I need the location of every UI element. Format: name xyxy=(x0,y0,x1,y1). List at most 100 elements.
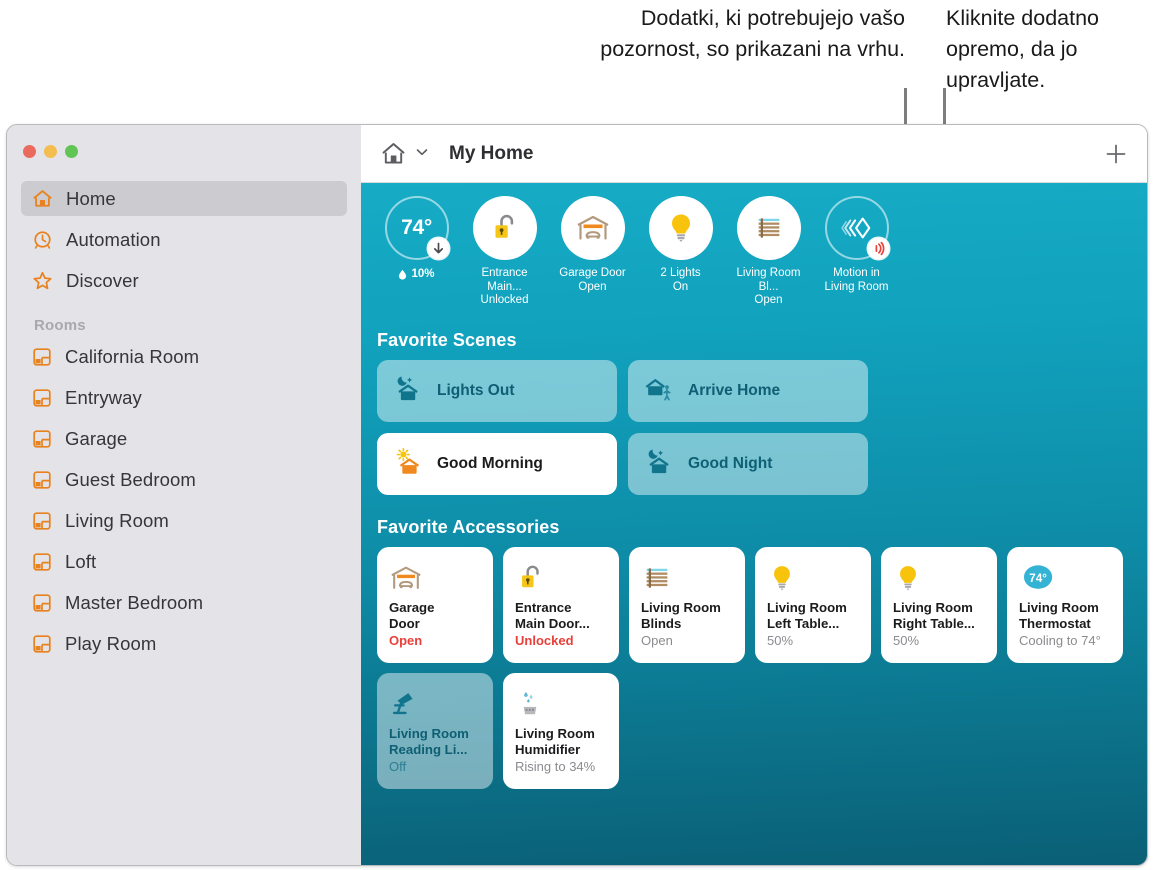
house-icon[interactable] xyxy=(381,141,406,166)
unlocked-padlock-icon xyxy=(495,214,513,238)
sidebar-item-play-room[interactable]: Play Room xyxy=(21,626,347,661)
garage-puck[interactable] xyxy=(560,196,625,260)
zoom-button[interactable] xyxy=(65,145,78,158)
thermostat-puck[interactable]: 74° xyxy=(384,196,449,260)
minimize-button[interactable] xyxy=(44,145,57,158)
accessory-state: Rising to 34% xyxy=(515,758,596,774)
accessory-living-room-reading-light[interactable]: Living Room Reading Li... Off xyxy=(377,672,493,789)
sidebar-item-automation[interactable]: Automation xyxy=(21,222,347,257)
accessory-name: Entrance Main Door... xyxy=(515,599,590,631)
scene-good-morning[interactable]: Good Morning xyxy=(377,432,617,495)
sidebar-item-label: Living Room xyxy=(65,509,169,531)
motion-alert-icon xyxy=(867,238,889,259)
sidebar-item-guest-bedroom[interactable]: Guest Bedroom xyxy=(21,462,347,497)
sidebar-item-home[interactable]: Home xyxy=(21,181,347,216)
lock-puck[interactable] xyxy=(472,196,537,260)
accessory-state: 50% xyxy=(893,632,920,648)
light-puck[interactable] xyxy=(648,196,713,260)
droplet-icon xyxy=(399,269,407,280)
accessory-entrance-main-door[interactable]: Entrance Main Door... Unlocked xyxy=(503,546,619,663)
scene-lights-out[interactable]: Lights Out xyxy=(377,359,617,422)
accessory-state: Open xyxy=(641,632,673,648)
status-item-garage[interactable]: Garage Door Open xyxy=(553,196,632,294)
sidebar-item-label: Automation xyxy=(66,228,161,250)
sidebar-item-living-room[interactable]: Living Room xyxy=(21,503,347,538)
scene-good-night[interactable]: Good Night xyxy=(628,432,868,495)
room-icon xyxy=(32,634,52,654)
sidebar-item-label: Garage xyxy=(65,427,128,449)
garage-door-icon xyxy=(389,558,483,598)
scene-arrive-home[interactable]: Arrive Home xyxy=(628,359,868,422)
section-title-scenes: Favorite Scenes xyxy=(377,329,517,350)
callout-text-left: Dodatki, ki potrebujejo vašo pozornost, … xyxy=(600,6,905,61)
accessory-living-room-left-table-lamp[interactable]: Living Room Left Table... 50% xyxy=(755,546,871,663)
sidebar-item-label: Discover xyxy=(66,269,139,291)
accessory-living-room-humidifier[interactable]: Living Room Humidifier Rising to 34% xyxy=(503,672,619,789)
svg-text:74°: 74° xyxy=(1029,571,1047,584)
sidebar-item-master-bedroom[interactable]: Master Bedroom xyxy=(21,585,347,620)
status-item-label: Garage Door Open xyxy=(559,267,626,293)
sidebar-item-label: Home xyxy=(66,187,116,209)
star-icon xyxy=(32,270,53,291)
chevron-down-icon[interactable] xyxy=(415,145,429,164)
sidebar-item-label: Master Bedroom xyxy=(65,591,204,613)
room-icon xyxy=(32,429,52,449)
accessory-name: Garage Door xyxy=(389,599,435,631)
unlocked-padlock-icon xyxy=(515,558,609,598)
sidebar-item-label: Guest Bedroom xyxy=(65,468,196,490)
desk-lamp-icon xyxy=(389,684,483,724)
sidebar-item-label: Play Room xyxy=(65,632,157,654)
humidifier-icon xyxy=(515,684,609,724)
home-app-window: Home Automation Discover Rooms Californi… xyxy=(6,124,1148,866)
status-item-blinds[interactable]: Living Room Bl... Open xyxy=(729,196,808,308)
sidebar-item-california-room[interactable]: California Room xyxy=(21,339,347,374)
status-item-lights[interactable]: 2 Lights On xyxy=(641,196,720,294)
sidebar-item-garage[interactable]: Garage xyxy=(21,421,347,456)
sidebar-item-discover[interactable]: Discover xyxy=(21,263,347,298)
humidity-value: 10% xyxy=(411,268,435,280)
accessories-grid: Garage Door Open Entrance Main Door... U… xyxy=(377,546,1147,789)
status-item-lock[interactable]: Entrance Main... Unlocked xyxy=(465,196,544,308)
accessory-garage-door[interactable]: Garage Door Open xyxy=(377,546,493,663)
thermostat-temp: 74° xyxy=(401,216,432,239)
main-pane: My Home 74° 10% Entrance Main... Unlocke… xyxy=(361,125,1147,865)
status-item-motion[interactable]: Motion in Living Room xyxy=(817,196,896,294)
room-icon xyxy=(32,347,52,367)
plus-icon[interactable] xyxy=(1103,141,1129,167)
accessory-name: Living Room Left Table... xyxy=(767,599,847,631)
scene-label: Lights Out xyxy=(437,381,515,399)
arrow-down-icon xyxy=(427,238,449,259)
sidebar-item-loft[interactable]: Loft xyxy=(21,544,347,579)
status-item-thermostat[interactable]: 74° 10% xyxy=(377,196,456,280)
accessory-living-room-blinds[interactable]: Living Room Blinds Open xyxy=(629,546,745,663)
sidebar-item-label: Entryway xyxy=(65,386,142,408)
accessory-name: Living Room Reading Li... xyxy=(389,725,469,757)
status-item-label: Living Room Bl... Open xyxy=(736,267,801,306)
house-icon xyxy=(32,188,53,209)
sidebar-item-label: California Room xyxy=(65,345,200,367)
blinds-puck[interactable] xyxy=(736,196,801,260)
accessory-state: Off xyxy=(389,758,407,774)
toolbar: My Home xyxy=(361,125,1147,183)
scene-label: Arrive Home xyxy=(688,381,781,399)
sidebar: Home Automation Discover Rooms Californi… xyxy=(7,125,361,865)
accessory-state: Unlocked xyxy=(515,632,574,648)
accessory-state: Cooling to 74° xyxy=(1019,632,1101,648)
scenes-grid: Lights Out Arrive Home Good Morning Good… xyxy=(377,359,1147,495)
close-button[interactable] xyxy=(23,145,36,158)
status-strip: 74° 10% Entrance Main... Unlocked Garage… xyxy=(361,183,1147,308)
room-icon xyxy=(32,511,52,531)
sidebar-item-entryway[interactable]: Entryway xyxy=(21,380,347,415)
sidebar-nav: Home Automation Discover Rooms Californi… xyxy=(7,181,361,667)
room-icon xyxy=(32,552,52,572)
lightbulb-icon xyxy=(767,558,861,598)
sidebar-item-label: Loft xyxy=(65,550,97,572)
scene-label: Good Night xyxy=(688,454,773,472)
window-traffic-lights xyxy=(23,145,78,158)
accessory-state: Open xyxy=(389,632,423,648)
lightbulb-icon xyxy=(893,558,987,598)
motion-puck[interactable] xyxy=(824,196,889,260)
accessory-living-room-thermostat[interactable]: 74° Living Room Thermostat Cooling to 74… xyxy=(1007,546,1123,663)
accessory-living-room-right-table-lamp[interactable]: Living Room Right Table... 50% xyxy=(881,546,997,663)
section-title-accessories: Favorite Accessories xyxy=(377,516,560,537)
